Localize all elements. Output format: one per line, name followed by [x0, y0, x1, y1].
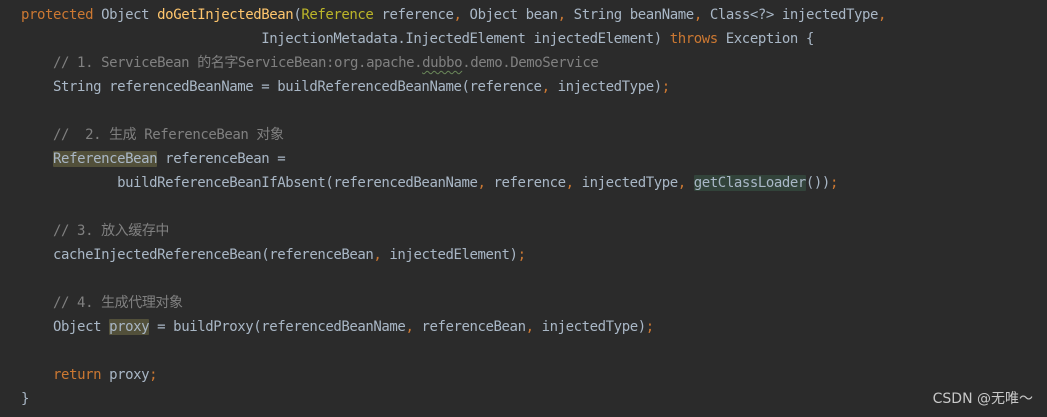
comment: .demo.DemoService	[462, 55, 599, 71]
code-line-16: return proxy;	[21, 363, 158, 387]
code-token: String referencedBeanName = buildReferen…	[21, 79, 542, 95]
comma: ,	[677, 175, 686, 191]
code-line-10: // 3. 放入缓存中	[21, 219, 169, 243]
semicolon: ;	[517, 247, 526, 263]
comma: ,	[541, 79, 550, 95]
code-line-6: // 2. 生成 ReferenceBean 对象	[21, 123, 284, 147]
code-token: Class<?> injectedType	[701, 7, 879, 23]
comment: // 3. 放入缓存中	[21, 223, 169, 239]
code-line-14: Object proxy = buildProxy(referencedBean…	[21, 315, 654, 339]
comma: ,	[557, 7, 566, 23]
comment: // 4. 生成代理对象	[21, 295, 183, 311]
code-line-1: protected Object doGetInjectedBean(Refer…	[21, 3, 886, 27]
code-token: injectedType	[573, 175, 679, 191]
comment: // 2. 生成 ReferenceBean 对象	[21, 127, 284, 143]
code-token: cacheInjectedReferenceBean(referenceBean	[21, 247, 374, 263]
closing-brace: }	[21, 391, 30, 407]
semicolon: ;	[645, 319, 654, 335]
code-token: referenceBean	[413, 319, 526, 335]
code-editor[interactable]: protected Object doGetInjectedBean(Refer…	[0, 0, 1047, 417]
highlighted-method-getclassloader: getClassLoader	[693, 175, 806, 191]
comma: ,	[693, 7, 702, 23]
annotation-reference: Reference	[301, 7, 374, 23]
comma: ,	[878, 7, 887, 23]
code-line-7: ReferenceBean referenceBean =	[21, 147, 286, 171]
code-line-8: buildReferenceBeanIfAbsent(referencedBea…	[21, 171, 838, 195]
code-token: injectedElement)	[381, 247, 518, 263]
method-name: doGetInjectedBean	[157, 7, 294, 23]
code-token: Object bean	[461, 7, 559, 23]
highlighted-type-referencebean: ReferenceBean	[53, 151, 158, 167]
code-line-17: }	[21, 387, 29, 411]
comma: ,	[525, 319, 534, 335]
comment: // 1. ServiceBean 的名字ServiceBean:org.apa…	[21, 55, 423, 71]
code-token: proxy	[101, 367, 150, 383]
code-line-3: // 1. ServiceBean 的名字ServiceBean:org.apa…	[21, 51, 599, 75]
code-token: injectedType)	[533, 319, 647, 335]
code-token: ())	[805, 175, 830, 191]
semicolon: ;	[149, 367, 158, 383]
code-token: injectedType)	[549, 79, 663, 95]
code-token: String beanName	[565, 7, 695, 23]
comma: ,	[565, 175, 574, 191]
keyword-throws: throws	[669, 31, 718, 47]
semicolon: ;	[661, 79, 670, 95]
code-line-4: String referencedBeanName = buildReferen…	[21, 75, 670, 99]
code-token: InjectionMetadata.InjectedElement inject…	[261, 31, 670, 47]
comma: ,	[453, 7, 462, 23]
code-token: Object	[93, 7, 158, 23]
code-line-13: // 4. 生成代理对象	[21, 291, 183, 315]
code-token: referenceBean =	[157, 151, 286, 167]
typo-underlined-word: dubbo	[422, 55, 463, 71]
csdn-watermark: CSDN @无唯～	[932, 391, 1033, 407]
keyword-return: return	[53, 367, 102, 383]
code-token: buildReferenceBeanIfAbsent(referencedBea…	[21, 175, 478, 191]
comma: ,	[477, 175, 486, 191]
code-line-2: InjectionMetadata.InjectedElement inject…	[21, 27, 814, 51]
code-token: Exception {	[717, 31, 815, 47]
code-token: reference	[373, 7, 454, 23]
code-line-11: cacheInjectedReferenceBean(referenceBean…	[21, 243, 526, 267]
code-token: = buildProxy(referencedBeanName	[149, 319, 406, 335]
keyword-protected: protected	[21, 7, 94, 23]
semicolon: ;	[829, 175, 838, 191]
highlighted-variable-proxy: proxy	[109, 319, 150, 335]
code-token: reference	[485, 175, 567, 191]
code-token: Object	[21, 319, 110, 335]
